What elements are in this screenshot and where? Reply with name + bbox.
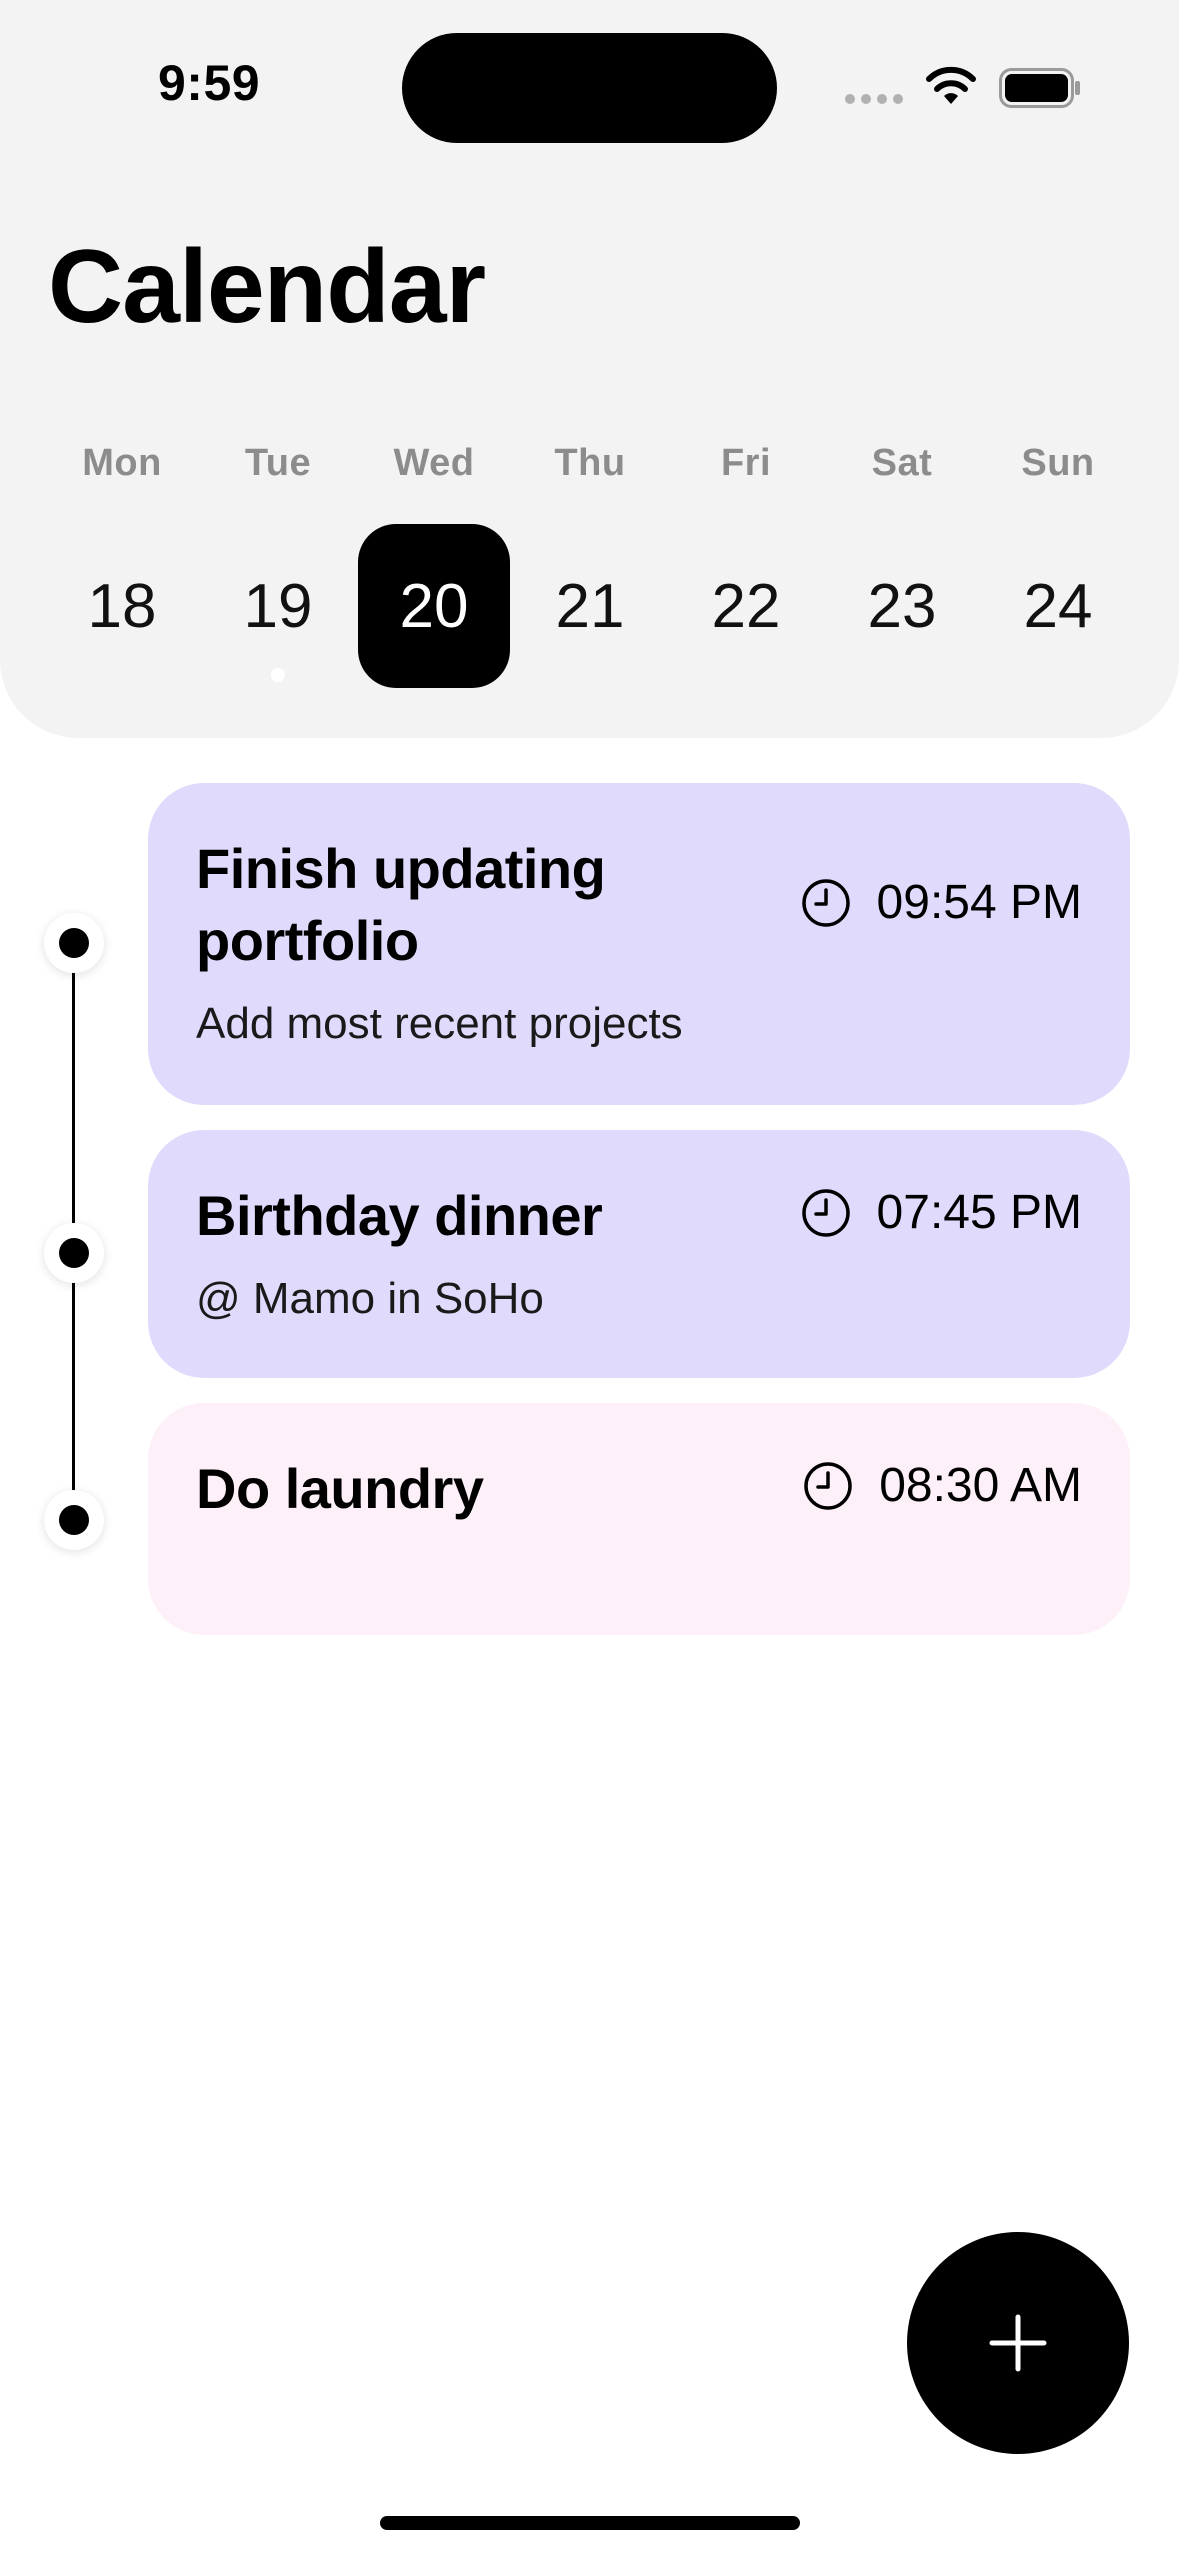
- event-time-label: 09:54 PM: [876, 876, 1082, 929]
- event-card[interactable]: Do laundry 08:30 AM: [148, 1403, 1130, 1635]
- day-number: 23: [867, 571, 937, 641]
- page-title: Calendar: [48, 229, 486, 345]
- add-event-button[interactable]: [907, 2232, 1129, 2454]
- battery-icon: [999, 68, 1080, 108]
- week-strip: Mon 18 Tue 19 Wed 20 Thu 21 Fri 22 Sat 2…: [48, 432, 1132, 692]
- day-number: 21: [555, 571, 625, 641]
- calendar-screen: 9:59 Calendar Mon 18 Tue 19 Wed 20 Thu 2…: [0, 0, 1179, 2556]
- event-time: 08:30 AM: [803, 1458, 1082, 1513]
- timeline-node: [44, 1223, 104, 1283]
- wifi-icon: [926, 66, 976, 104]
- event-indicator-dot: [271, 668, 285, 682]
- day-sat[interactable]: Sat 23: [828, 432, 976, 692]
- timeline-node: [44, 1490, 104, 1550]
- day-name: Wed: [393, 442, 475, 484]
- dynamic-island: [402, 33, 777, 143]
- day-wed-selected[interactable]: Wed 20: [358, 432, 510, 692]
- event-subtitle: Add most recent projects: [196, 999, 683, 1048]
- event-card[interactable]: Birthday dinner @ Mamo in SoHo 07:45 PM: [148, 1130, 1130, 1378]
- day-number: 18: [87, 571, 157, 641]
- event-subtitle: @ Mamo in SoHo: [196, 1274, 544, 1323]
- status-time: 9:59: [158, 55, 261, 111]
- day-name: Thu: [554, 442, 626, 484]
- day-number: 20: [358, 524, 510, 688]
- event-time: 09:54 PM: [801, 875, 1082, 930]
- event-time: 07:45 PM: [801, 1185, 1082, 1240]
- event-time-label: 07:45 PM: [876, 1186, 1082, 1239]
- clock-icon: [804, 1461, 852, 1510]
- day-number: 19: [243, 571, 313, 641]
- event-title: Finish updating portfolio: [196, 837, 606, 972]
- day-name: Fri: [720, 442, 772, 484]
- day-number: 24: [1023, 571, 1093, 641]
- event-card[interactable]: Finish updating portfolio Add most recen…: [148, 783, 1130, 1105]
- day-thu[interactable]: Thu 21: [516, 432, 664, 692]
- day-fri[interactable]: Fri 22: [672, 432, 820, 692]
- day-name: Sat: [871, 442, 933, 484]
- home-indicator[interactable]: [380, 2516, 800, 2530]
- day-number: 22: [711, 571, 781, 641]
- cellular-signal-icon: [845, 94, 903, 104]
- day-tue[interactable]: Tue 19: [204, 432, 352, 692]
- plus-icon: [989, 2314, 1047, 2372]
- clock-icon: [801, 878, 850, 927]
- event-title: Do laundry: [196, 1457, 484, 1520]
- calendar-header: 9:59 Calendar Mon 18 Tue 19 Wed 20 Thu 2…: [0, 0, 1179, 738]
- day-mon[interactable]: Mon 18: [48, 432, 196, 692]
- day-name: Tue: [244, 442, 312, 484]
- day-sun[interactable]: Sun 24: [984, 432, 1132, 692]
- clock-icon: [801, 1188, 850, 1237]
- event-time-label: 08:30 AM: [879, 1459, 1082, 1512]
- day-name: Sun: [1021, 442, 1095, 484]
- event-title: Birthday dinner: [196, 1184, 603, 1247]
- day-name: Mon: [82, 442, 162, 484]
- timeline-node: [44, 913, 104, 973]
